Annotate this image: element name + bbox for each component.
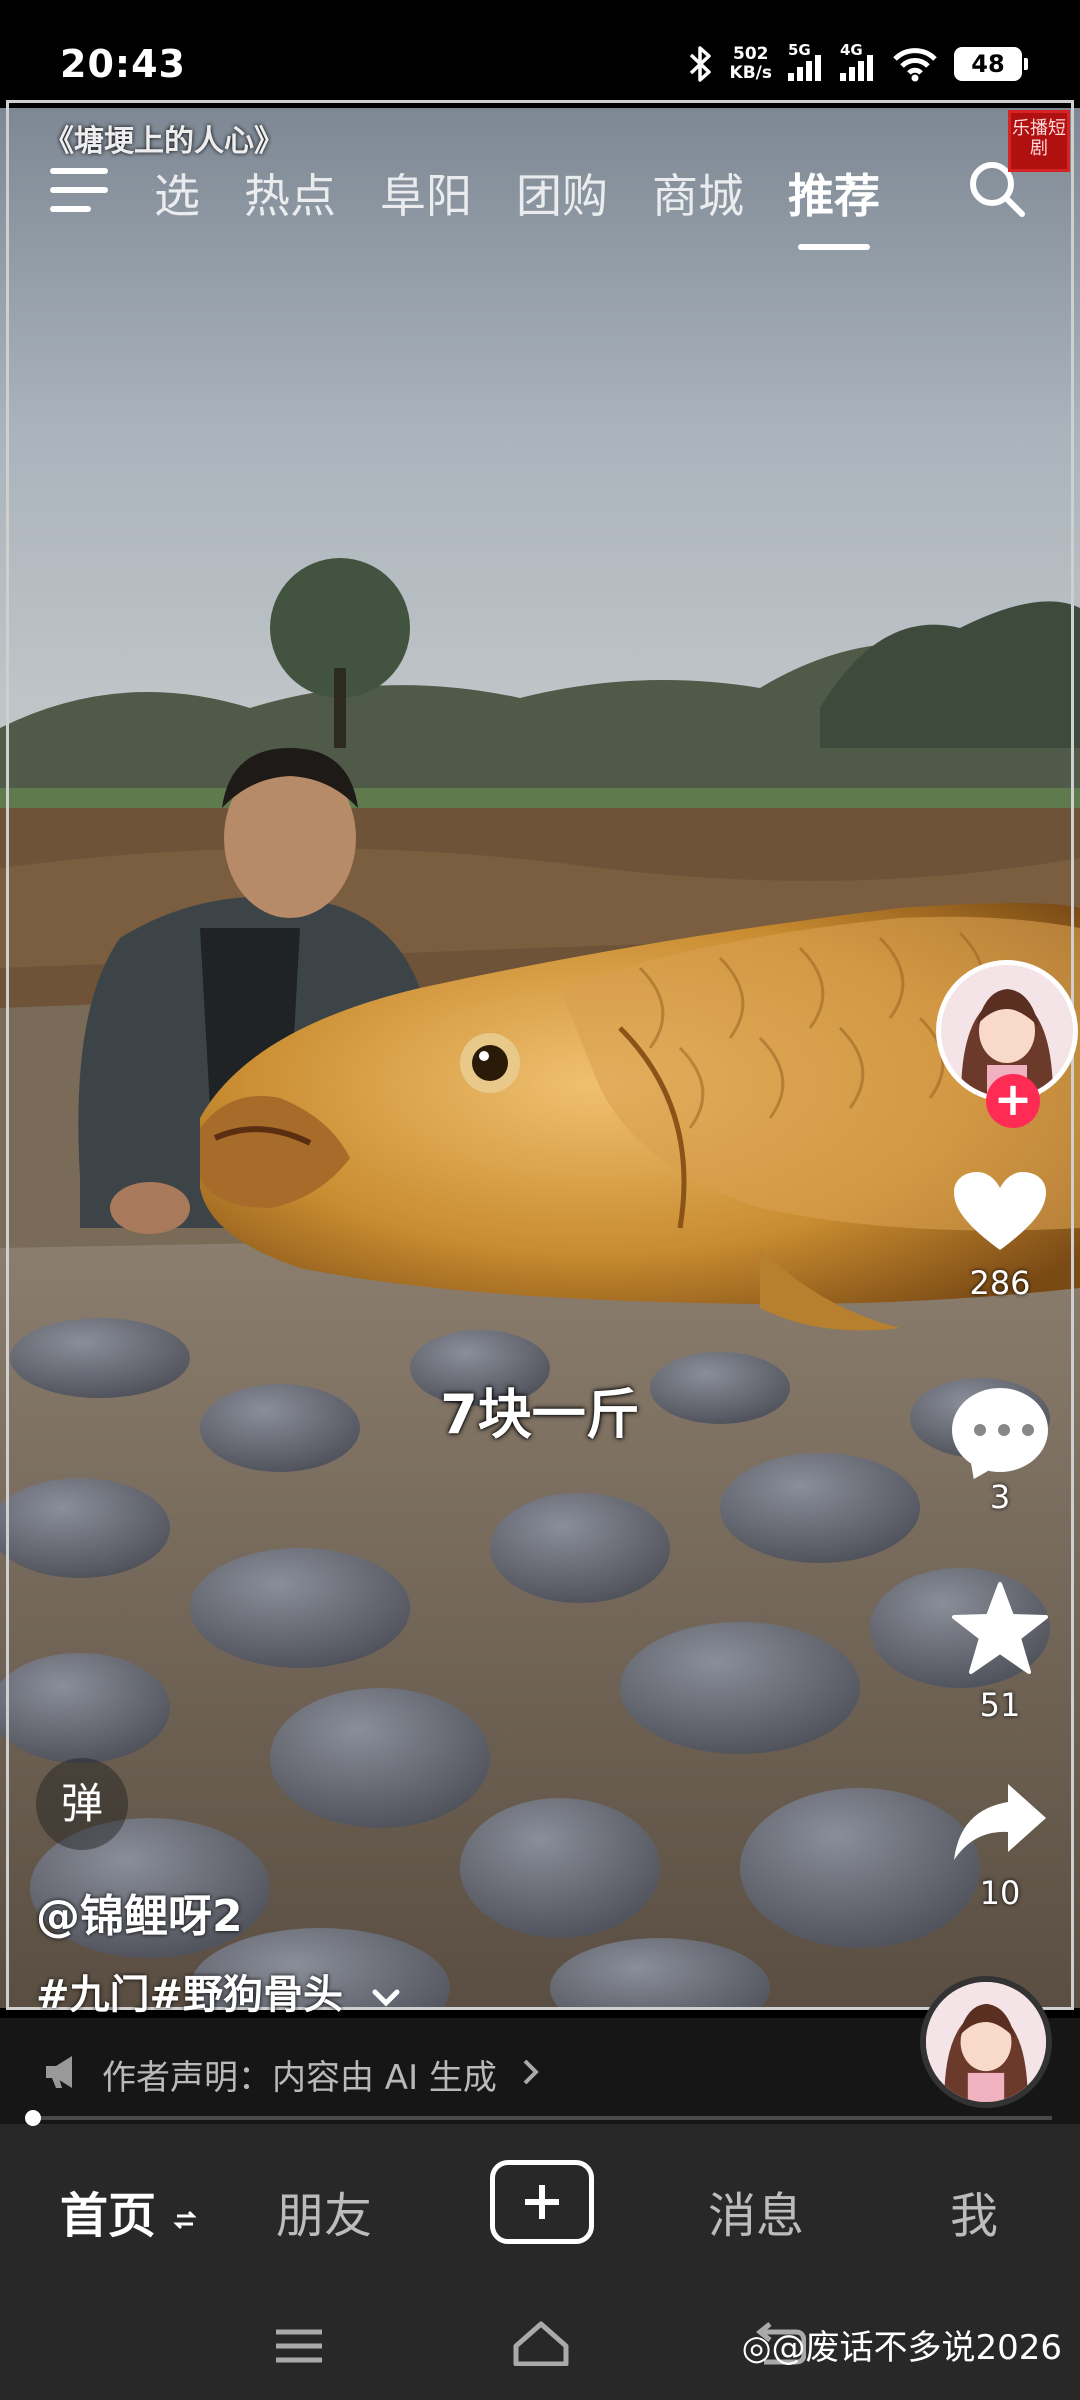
tab-friends[interactable]: 朋友 — [276, 2176, 372, 2246]
danmaku-toggle-button[interactable]: 弹 — [36, 1758, 128, 1850]
net-speed: 502 KB/s — [730, 45, 772, 83]
tab-messages[interactable]: 消息 — [708, 2176, 804, 2246]
signal-4g-label: 4G — [840, 41, 863, 59]
author-name[interactable]: @锦鲤呀2 — [36, 1880, 243, 1944]
hashtag-text[interactable]: #九门#野狗骨头 — [36, 1972, 343, 2018]
tab-home-label: 首页 — [60, 2188, 157, 2244]
video-caption: 7块一斤 — [440, 1383, 640, 1446]
music-disc[interactable] — [920, 1976, 1052, 2108]
status-bar: 20:43 502 KB/s 5G 4G 48 — [0, 0, 1080, 108]
menu-icon[interactable] — [50, 168, 108, 212]
signal-icon: 5G — [788, 41, 824, 81]
like-count: 286 — [969, 1264, 1031, 1302]
comment-count: 3 — [989, 1478, 1011, 1516]
system-nav-bar: ◎@废话不多说2026 — [0, 2292, 1080, 2400]
tab-recommend[interactable]: 推荐 — [788, 160, 880, 250]
tab-mall[interactable]: 商城 — [652, 160, 744, 226]
watermark-label: @废话不多说2026 — [771, 2328, 1062, 2368]
create-post-button[interactable] — [490, 2160, 594, 2244]
video-frame-image — [0, 108, 1080, 2008]
favorite-count: 51 — [979, 1686, 1021, 1724]
weibo-icon: ◎ — [741, 2328, 772, 2368]
chevron-right-icon — [523, 2059, 539, 2085]
ai-notice-bar[interactable]: 作者声明：内容由 AI 生成 — [0, 2018, 1080, 2124]
watermark-text: ◎@废话不多说2026 — [742, 2320, 1062, 2369]
net-speed-value: 502 — [733, 44, 769, 64]
tab-group-buy[interactable]: 团购 — [516, 160, 608, 226]
home-nav-icon[interactable] — [512, 2320, 570, 2366]
share-action[interactable]: 10 — [920, 1780, 1080, 1912]
follow-button[interactable]: + — [986, 1074, 1040, 1128]
star-icon — [952, 1582, 1048, 1674]
top-nav: 《塘埂上的人心》 精选 热点 阜阳 团购 商城 推荐 乐播短剧 — [0, 110, 1080, 250]
music-cover-image — [926, 1982, 1046, 2102]
tab-home[interactable]: 首页 — [60, 2176, 197, 2246]
bottom-tab-bar: 首页 朋友 消息 我 — [0, 2124, 1080, 2292]
menu-nav-icon[interactable] — [274, 2326, 324, 2366]
wifi-icon — [893, 48, 937, 82]
status-icons: 502 KB/s 5G 4G 48 — [688, 40, 1028, 88]
tab-local[interactable]: 阜阳 — [380, 160, 472, 226]
signal-5g-label: 5G — [788, 41, 811, 59]
favorite-action[interactable]: 51 — [920, 1580, 1080, 1724]
signal-icon: 4G — [840, 41, 876, 81]
heart-icon — [954, 1172, 1046, 1250]
tab-me[interactable]: 我 — [950, 2176, 998, 2246]
ai-notice-text: 作者声明：内容由 AI 生成 — [102, 2058, 497, 2098]
video-progress-bar[interactable] — [25, 2110, 1052, 2126]
net-speed-unit: KB/s — [729, 63, 772, 83]
watermark-stamp: 乐播短剧 — [1008, 110, 1070, 172]
like-action[interactable]: 286 — [920, 1170, 1080, 1302]
swap-icon — [173, 2210, 197, 2230]
chevron-down-icon[interactable] — [371, 1988, 401, 2008]
author-avatar[interactable]: + — [936, 960, 1078, 1128]
comment-action[interactable]: 3 — [920, 1388, 1080, 1516]
feed-tabs: 精选 热点 阜阳 团购 商城 推荐 — [152, 160, 880, 250]
bluetooth-icon — [689, 46, 711, 82]
progress-knob[interactable] — [25, 2110, 42, 2126]
share-icon — [954, 1784, 1046, 1860]
hashtags[interactable]: #九门#野狗骨头 — [36, 1962, 401, 2020]
comment-icon — [952, 1388, 1048, 1472]
tab-featured[interactable]: 精选 — [152, 160, 200, 226]
battery-icon: 48 — [954, 47, 1028, 81]
video-player[interactable] — [0, 108, 1080, 2008]
megaphone-icon — [46, 2056, 72, 2088]
tab-hot[interactable]: 热点 — [244, 160, 336, 226]
status-time: 20:43 — [60, 42, 186, 86]
share-count: 10 — [979, 1874, 1021, 1912]
video-overlay-title: 《塘埂上的人心》 — [44, 124, 284, 159]
